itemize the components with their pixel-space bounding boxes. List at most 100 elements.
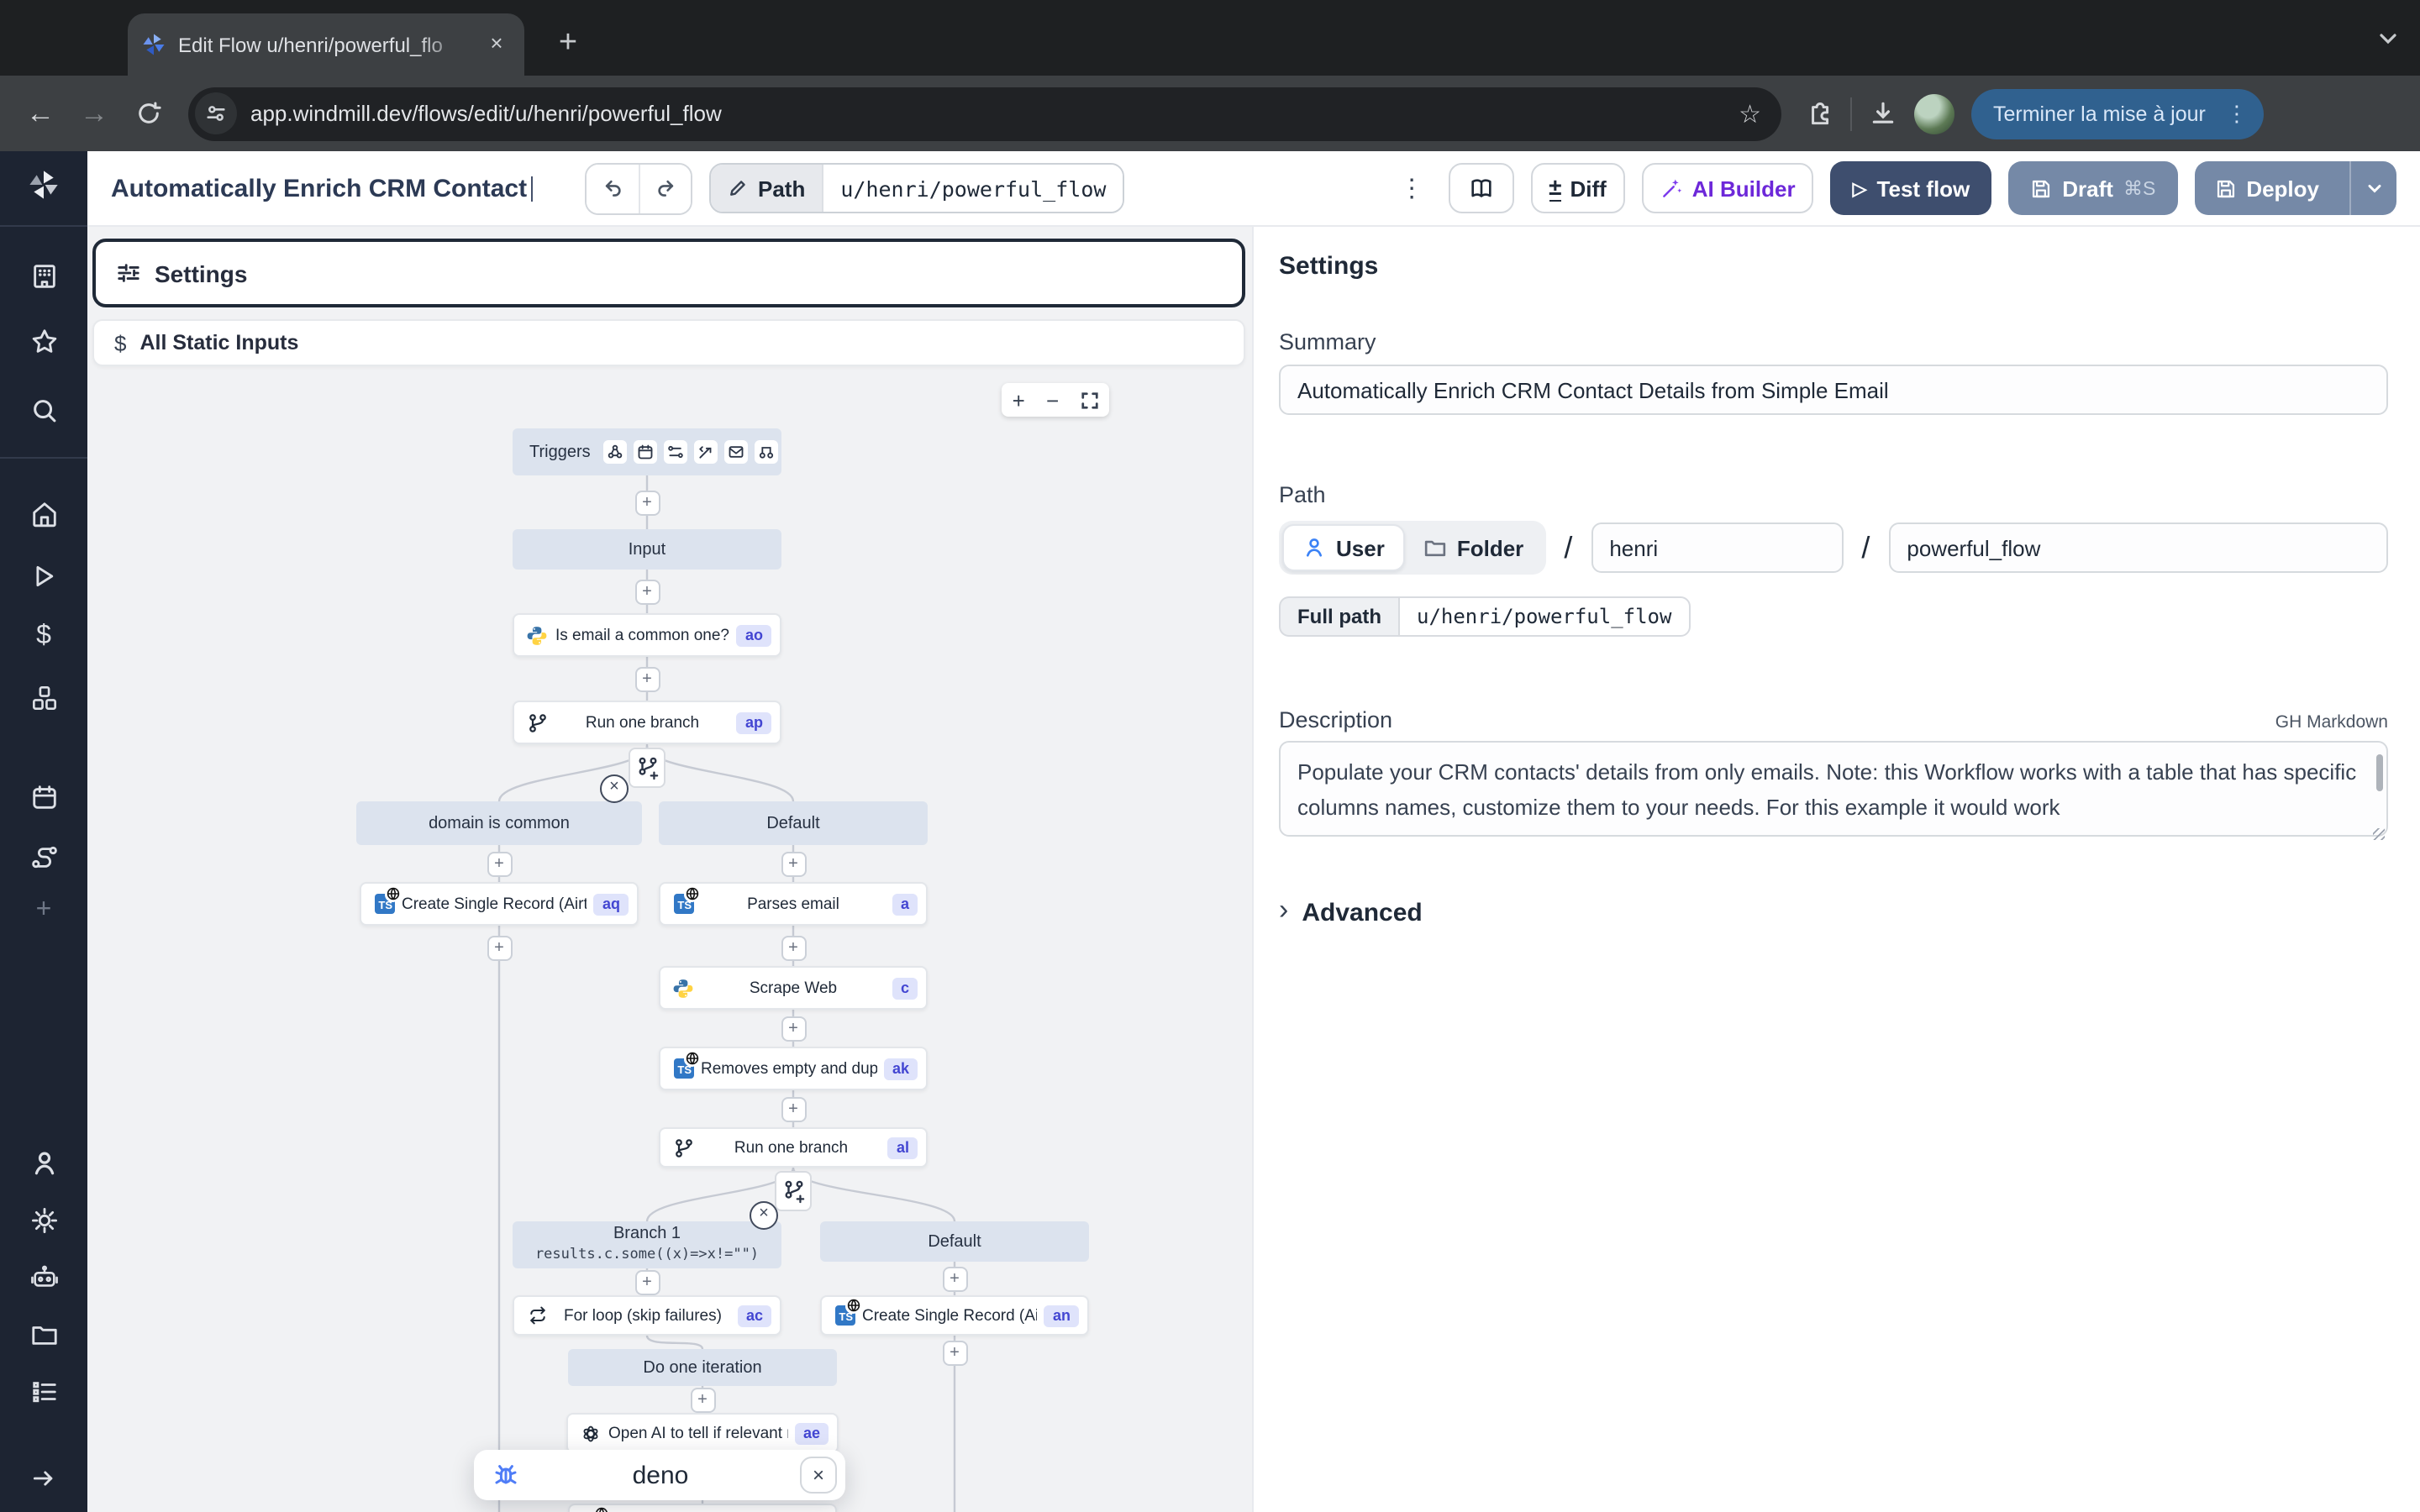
summary-input[interactable] bbox=[1279, 365, 2388, 415]
zoom-in-button[interactable]: + bbox=[1013, 389, 1025, 411]
deno-popup-close[interactable]: × bbox=[800, 1457, 837, 1494]
add-step-button[interactable]: + bbox=[781, 1096, 806, 1121]
flow-node-removes-empty[interactable]: TSRemoves empty and duplicatesak bbox=[659, 1047, 928, 1090]
add-step-button[interactable]: + bbox=[781, 935, 806, 960]
flow-node-hdr-default1[interactable]: Default bbox=[659, 801, 928, 845]
extensions-icon[interactable] bbox=[1805, 99, 1833, 128]
bookmark-star-icon[interactable]: ☆ bbox=[1725, 98, 1775, 129]
flow-node-hdr-domain[interactable]: domain is common bbox=[356, 801, 642, 845]
email-icon[interactable] bbox=[725, 440, 749, 464]
sidebar-item-logs[interactable] bbox=[0, 1368, 87, 1415]
webhook-icon[interactable] bbox=[604, 440, 628, 464]
ai-builder-button[interactable]: AI Builder bbox=[1642, 163, 1814, 213]
chrome-menu-icon[interactable]: ⋮ bbox=[2219, 100, 2254, 127]
sidebar-expand-icon[interactable] bbox=[0, 1455, 87, 1502]
url-text[interactable]: app.windmill.dev/flows/edit/u/henri/powe… bbox=[250, 101, 1712, 126]
draft-button[interactable]: Draft ⌘S bbox=[2008, 161, 2177, 215]
sidebar-item-resources[interactable] bbox=[0, 674, 87, 721]
flow-node-openai[interactable]: Open AI to tell if relevant resultae bbox=[566, 1413, 839, 1453]
deno-popup[interactable]: deno × bbox=[474, 1450, 845, 1500]
flow-node-input[interactable]: Input bbox=[513, 529, 781, 570]
description-textarea[interactable]: Populate your CRM contacts' details from… bbox=[1279, 741, 2388, 837]
profile-avatar[interactable] bbox=[1914, 93, 1954, 134]
flow-node-scrape-web[interactable]: Scrape Webc bbox=[659, 966, 928, 1010]
flow-node-partial[interactable]: TS bbox=[568, 1504, 837, 1512]
sidebar-item-workspace[interactable] bbox=[0, 252, 87, 299]
flow-node-hdr-default2[interactable]: Default bbox=[820, 1221, 1089, 1262]
add-step-button[interactable]: + bbox=[487, 935, 512, 960]
branch-split-icon[interactable] bbox=[629, 748, 666, 788]
add-step-button[interactable]: + bbox=[942, 1340, 967, 1365]
add-step-button[interactable]: + bbox=[781, 1016, 806, 1041]
flow-node-csr-aq[interactable]: TSCreate Single Record (Airtable)aq bbox=[360, 882, 639, 926]
flow-node-do-one[interactable]: Do one iteration bbox=[568, 1349, 837, 1386]
deploy-main[interactable]: Deploy bbox=[2194, 176, 2339, 201]
tab-close-icon[interactable]: × bbox=[482, 30, 511, 59]
add-step-button[interactable]: + bbox=[690, 1387, 715, 1412]
download-icon[interactable] bbox=[1869, 99, 1897, 128]
back-button[interactable]: ← bbox=[17, 90, 64, 137]
docs-button[interactable] bbox=[1448, 163, 1513, 213]
textarea-resize-grip[interactable] bbox=[2373, 828, 2385, 840]
schedule-icon[interactable] bbox=[634, 440, 658, 464]
new-tab-button[interactable]: + bbox=[548, 24, 588, 64]
add-step-button[interactable]: + bbox=[781, 851, 806, 876]
sidebar-item-folders[interactable] bbox=[0, 1310, 87, 1357]
sidebar-item-schedules[interactable] bbox=[0, 773, 87, 820]
test-flow-button[interactable]: ▷ Test flow bbox=[1831, 161, 1992, 215]
owner-folder-option[interactable]: Folder bbox=[1405, 524, 1542, 571]
sidebar-item-workers[interactable] bbox=[0, 1253, 87, 1300]
undo-button[interactable] bbox=[587, 164, 639, 213]
sidebar-item-add[interactable]: + bbox=[0, 887, 87, 934]
add-step-button[interactable]: + bbox=[634, 1269, 660, 1294]
sidebar-item-account[interactable] bbox=[0, 1139, 87, 1186]
deploy-dropdown[interactable] bbox=[2349, 161, 2396, 215]
textarea-scrollbar[interactable] bbox=[2376, 754, 2383, 791]
advanced-toggle[interactable]: › Advanced bbox=[1279, 895, 2388, 929]
zoom-out-button[interactable]: − bbox=[1046, 389, 1059, 411]
add-step-button[interactable]: + bbox=[487, 851, 512, 876]
path-chip[interactable]: Path u/henri/powerful_flow bbox=[709, 163, 1124, 213]
add-step-button[interactable]: + bbox=[634, 490, 660, 515]
reload-button[interactable] bbox=[124, 90, 171, 137]
site-settings-icon[interactable] bbox=[195, 92, 237, 134]
flow-node-for-loop[interactable]: For loop (skip failures)ac bbox=[513, 1295, 781, 1336]
route-icon[interactable] bbox=[665, 440, 688, 464]
sidebar-item-variables[interactable]: $ bbox=[0, 613, 87, 660]
flow-canvas[interactable]: Settings $ All Static Inputs + − Trigger… bbox=[87, 227, 1252, 1512]
path-owner-input[interactable] bbox=[1591, 522, 1843, 573]
delete-branch-icon[interactable]: × bbox=[750, 1201, 778, 1230]
forward-button[interactable]: → bbox=[71, 90, 118, 137]
flow-title[interactable]: Automatically Enrich CRM Contact bbox=[111, 174, 568, 202]
fullscreen-icon[interactable] bbox=[1080, 391, 1098, 409]
owner-user-option[interactable]: User bbox=[1282, 524, 1405, 571]
tab-search-icon[interactable] bbox=[2376, 27, 2400, 50]
flow-node-parses-email[interactable]: TSParses emaila bbox=[659, 882, 928, 926]
deploy-button[interactable]: Deploy bbox=[2194, 161, 2396, 215]
delete-branch-icon[interactable]: × bbox=[600, 774, 629, 803]
sidebar-item-settings[interactable] bbox=[0, 1196, 87, 1243]
address-bar[interactable]: app.windmill.dev/flows/edit/u/henri/powe… bbox=[188, 87, 1781, 140]
websocket-icon[interactable] bbox=[695, 440, 718, 464]
flow-node-triggers[interactable]: Triggers bbox=[513, 428, 781, 475]
redo-button[interactable] bbox=[639, 164, 691, 213]
add-step-button[interactable]: + bbox=[634, 579, 660, 604]
more-menu-icon[interactable]: ⋮ bbox=[1392, 173, 1431, 203]
add-step-button[interactable]: + bbox=[942, 1266, 967, 1291]
path-name-input[interactable] bbox=[1888, 522, 2388, 573]
sidebar-item-favorites[interactable] bbox=[0, 318, 87, 365]
branch-split-icon[interactable] bbox=[775, 1171, 812, 1211]
kafka-icon[interactable] bbox=[755, 440, 779, 464]
flow-node-is-email[interactable]: Is email a common one?ao bbox=[513, 613, 781, 657]
add-step-button[interactable]: + bbox=[634, 666, 660, 691]
flow-node-hdr-branch1[interactable]: Branch 1results.c.some((x)=>x!="") bbox=[513, 1221, 781, 1268]
sidebar-item-routes[interactable] bbox=[0, 833, 87, 880]
flow-node-run-ap[interactable]: Run one branchap bbox=[513, 701, 781, 744]
chrome-update-button[interactable]: Terminer la mise à jour ⋮ bbox=[1971, 88, 2265, 139]
browser-tab[interactable]: Edit Flow u/henri/powerful_flo × bbox=[128, 13, 524, 76]
diff-button[interactable]: ± Diff bbox=[1530, 163, 1625, 213]
sidebar-item-home[interactable] bbox=[0, 491, 87, 538]
flow-node-run-al[interactable]: Run one branchal bbox=[659, 1127, 928, 1168]
sidebar-item-runs[interactable] bbox=[0, 553, 87, 600]
windmill-logo[interactable] bbox=[0, 161, 87, 208]
